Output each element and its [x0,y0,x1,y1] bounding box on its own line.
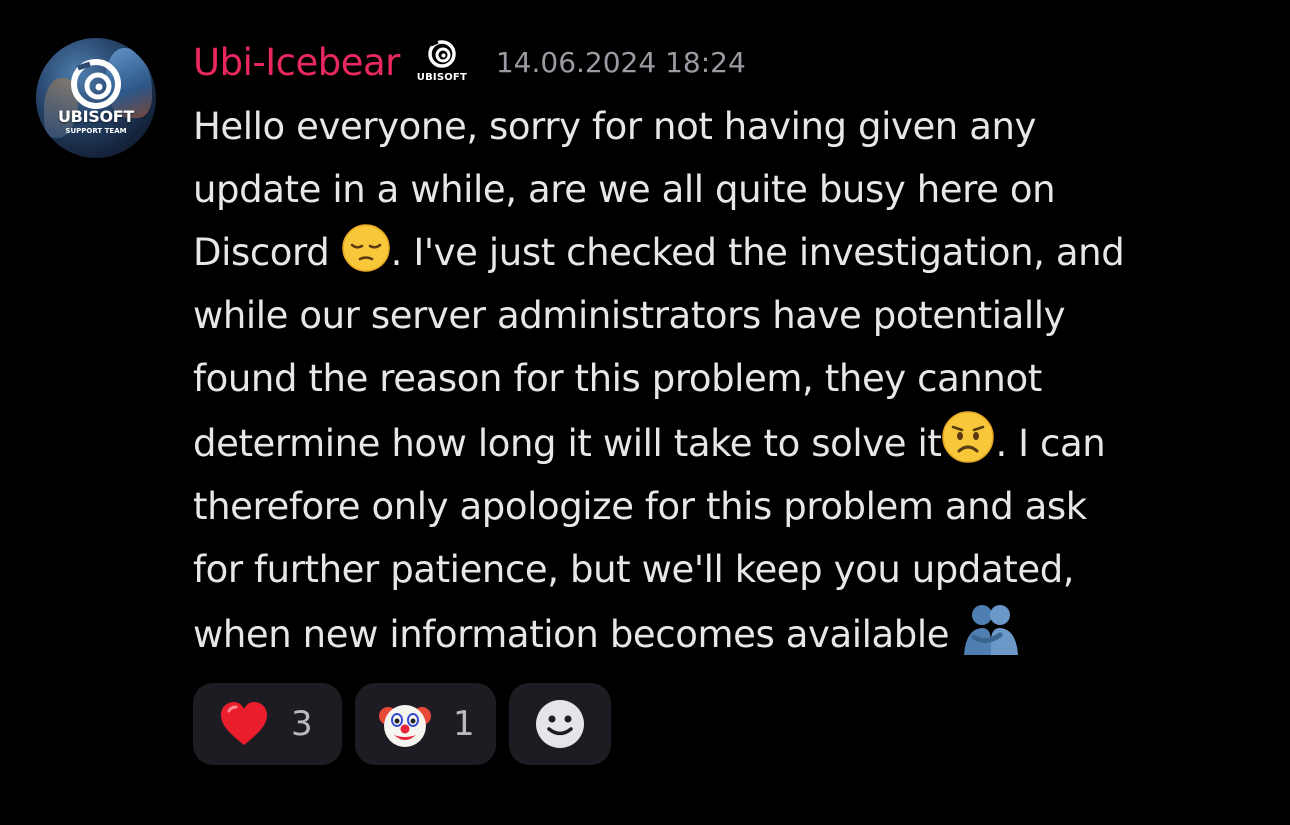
pensive-face-emoji [341,224,390,272]
ubisoft-swirl-icon [428,40,456,68]
message-text: . I can [995,422,1106,465]
message-timestamp[interactable]: 14.06.2024 18:24 [496,46,746,79]
message-line: determine how long it will take to solve… [193,410,1253,475]
reaction-clown[interactable]: 1 [355,683,496,765]
chat-message: UBISOFT SUPPORT TEAM Ubi-Icebear UBISOFT… [0,0,1290,825]
message-text: Discord [193,231,330,274]
message-line: therefore only apologize for this proble… [193,485,1087,528]
message-line: when new information becomes available [193,601,1253,666]
message-text: determine how long it will take to solve… [193,422,942,465]
message-content: Hello everyone, sorry for not having giv… [193,95,1253,666]
reaction-heart[interactable]: 3 [193,683,342,765]
reaction-count: 3 [291,704,313,744]
message-line: update in a while, are we all quite busy… [193,168,1056,211]
author-username[interactable]: Ubi-Icebear [193,41,400,84]
message-line: Hello everyone, sorry for not having giv… [193,105,1037,148]
server-tag[interactable]: UBISOFT [414,38,470,86]
ubisoft-swirl-icon [71,59,121,109]
red-heart-emoji [221,702,267,745]
message-header: Ubi-Icebear UBISOFT 14.06.2024 18:24 [193,36,746,88]
message-line: Discord . I've just checked the investig… [193,221,1253,284]
people-hugging-emoji [964,605,1019,655]
add-reaction-icon [536,700,584,748]
avatar-subtitle-text: SUPPORT TEAM [65,127,127,135]
clown-face-emoji [379,705,431,747]
server-tag-label: UBISOFT [416,72,467,83]
author-avatar[interactable]: UBISOFT SUPPORT TEAM [36,38,156,158]
message-text: when new information becomes available [193,613,950,656]
worried-face-emoji [942,411,995,463]
avatar-brand-text: UBISOFT [57,107,134,126]
reactions-bar: 3 1 [193,683,611,765]
message-text: . I've just checked the investigation, a… [390,231,1125,274]
reaction-count: 1 [453,704,475,744]
message-line: found the reason for this problem, they … [193,357,1042,400]
message-line: for further patience, but we'll keep you… [193,548,1075,591]
message-line: while our server administrators have pot… [193,294,1066,337]
add-reaction-button[interactable] [509,683,611,765]
